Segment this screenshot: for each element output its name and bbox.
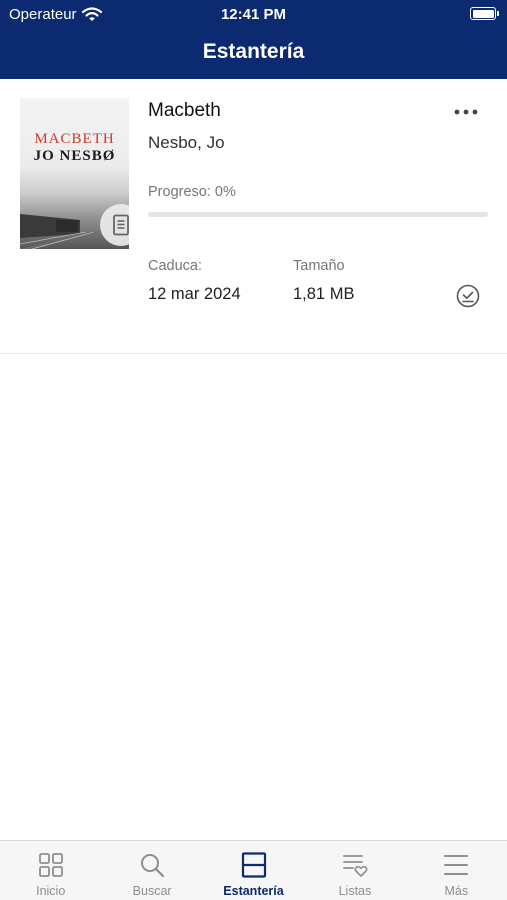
cover-author: JO NESBØ [33,148,116,164]
size-label: Tamaño [293,258,345,274]
menu-icon [444,855,469,875]
book-title[interactable]: Macbeth [148,100,221,122]
shelf-icon [241,852,266,878]
book-author: Nesbo, Jo [148,133,225,152]
more-options-button[interactable] [450,101,482,123]
page-title: Estantería [202,40,305,63]
search-icon [141,854,165,878]
expires-value: 12 mar 2024 [148,285,241,303]
battery-icon [470,7,499,20]
tab-bar: Inicio Buscar Estantería Listas Más [0,840,507,900]
progress-label: Progreso: 0% [148,184,236,200]
status-time: 12:41 PM [220,6,287,23]
downloaded-check-icon[interactable] [455,283,481,309]
app-header: Operateur 12:41 PM Estantería [0,0,507,79]
tab-inicio[interactable]: Inicio [0,841,101,900]
progress-bar [148,212,488,217]
list-heart-icon [343,855,368,877]
book-card[interactable]: MACBETH JO NESBØ Macbeth Nesbo, Jo Progr… [0,79,507,354]
tab-label-inicio: Inicio [36,884,66,898]
size-value: 1,81 MB [293,285,355,303]
tab-label-estanteria: Estantería [223,884,284,898]
tab-mas[interactable]: Más [406,841,507,900]
more-dots-icon [454,109,478,115]
status-bar: Operateur 12:41 PM [0,0,507,28]
grid-icon [38,853,63,877]
tab-listas[interactable]: Listas [304,841,405,900]
tab-estanteria[interactable]: Estantería [203,841,304,900]
book-cover[interactable]: MACBETH JO NESBØ [20,98,129,249]
expires-label: Caduca: [148,258,203,274]
cover-title: MACBETH [34,131,115,147]
tab-label-buscar: Buscar [132,884,172,898]
tab-buscar[interactable]: Buscar [101,841,202,900]
tab-label-listas: Listas [338,884,372,898]
tab-label-mas: Más [444,884,469,898]
